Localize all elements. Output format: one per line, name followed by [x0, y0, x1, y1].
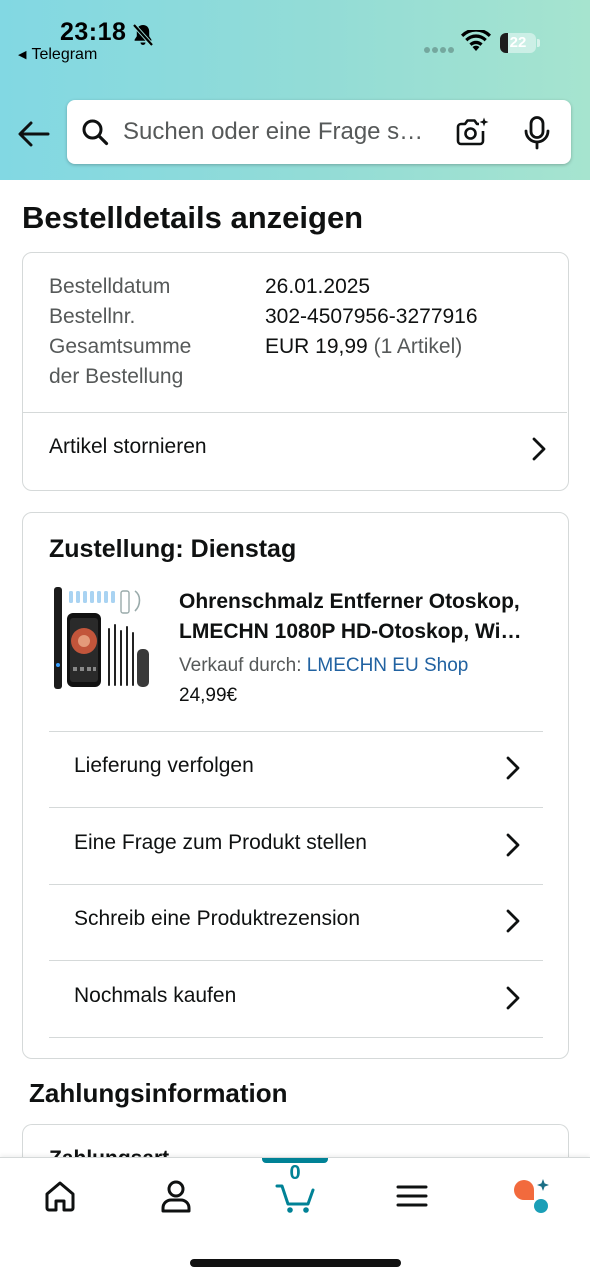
write-review-link[interactable]: Schreib eine Produktrezension [74, 907, 360, 931]
app-header: 23:18 ◀ Telegram 22 Suchen oder eine Fra… [0, 0, 590, 180]
divider [49, 1037, 543, 1038]
nav-account[interactable] [136, 1158, 216, 1238]
product-title-line2: LMECHN 1080P HD-Otoskop, Wi… [179, 620, 522, 643]
back-app-label: Telegram [31, 46, 98, 63]
back-arrow-icon[interactable] [16, 116, 52, 152]
home-indicator [190, 1259, 401, 1267]
microphone-icon[interactable] [523, 116, 551, 150]
battery-body: 22 [500, 33, 536, 53]
rufus-icon [514, 1179, 549, 1213]
order-total-amount: EUR 19,99 [265, 335, 368, 358]
seller-prefix: Verkauf durch: [179, 655, 307, 676]
order-summary-card: Bestelldatum 26.01.2025 Bestellnr. 302-4… [22, 252, 569, 491]
battery-indicator: 22 [500, 33, 540, 55]
buy-again-link[interactable]: Nochmals kaufen [74, 984, 236, 1008]
track-package-link[interactable]: Lieferung verfolgen [74, 754, 254, 778]
payment-section-title: Zahlungsinformation [29, 1078, 288, 1108]
delivery-status-title: Zustellung: Dienstag [49, 535, 297, 563]
active-tab-indicator [262, 1158, 328, 1163]
chevron-right-icon[interactable] [504, 985, 522, 1011]
page-title: Bestelldetails anzeigen [22, 200, 364, 235]
order-total-label-line2: der Bestellung [49, 365, 184, 388]
chevron-right-icon[interactable] [504, 832, 522, 858]
order-date-value: 26.01.2025 [265, 275, 371, 298]
divider [49, 884, 543, 885]
nav-cart[interactable]: 0 [255, 1158, 335, 1238]
divider [49, 807, 543, 808]
order-item-count: (1 Artikel) [373, 335, 463, 358]
battery-level: 22 [509, 34, 527, 51]
product-thumbnail[interactable] [49, 585, 159, 693]
nav-menu[interactable] [372, 1158, 452, 1238]
product-price: 24,99€ [179, 685, 238, 706]
chevron-right-icon[interactable] [504, 755, 522, 781]
order-total-value: EUR 19,99 (1 Artikel) [265, 335, 462, 359]
search-input[interactable]: Suchen oder eine Frage s… [123, 100, 443, 164]
divider [23, 412, 567, 413]
home-icon [45, 1181, 75, 1212]
seller-link[interactable]: LMECHN EU Shop [307, 655, 469, 676]
chevron-right-icon[interactable] [504, 908, 522, 934]
delivery-card: Zustellung: Dienstag Ohrenschmalz Entfer… [22, 512, 569, 1059]
chevron-right-icon[interactable] [530, 436, 548, 462]
order-number-value: 302-4507956-3277916 [265, 305, 478, 328]
divider [49, 731, 543, 732]
nav-home[interactable] [20, 1158, 100, 1238]
order-date-label: Bestelldatum [49, 275, 171, 298]
wifi-icon [461, 30, 491, 51]
bell-off-icon [132, 23, 154, 47]
divider [49, 960, 543, 961]
back-to-app-link[interactable]: ◀ Telegram [18, 46, 97, 64]
cellular-signal-icon [424, 47, 454, 53]
battery-cap [537, 39, 540, 47]
cart-icon [275, 1184, 315, 1213]
camera-search-icon[interactable] [455, 116, 489, 148]
status-time: 23:18 [60, 18, 127, 46]
back-triangle-icon: ◀ [18, 49, 27, 61]
product-title-line1: Ohrenschmalz Entferner Otoskop, [179, 590, 520, 613]
search-icon [82, 119, 109, 146]
order-number-label: Bestellnr. [49, 305, 136, 328]
cancel-items-link[interactable]: Artikel stornieren [49, 435, 207, 459]
menu-icon [396, 1185, 428, 1207]
order-total-label: Gesamtsumme [49, 335, 192, 358]
account-icon [161, 1180, 191, 1213]
product-title-link[interactable]: Ohrenschmalz Entferner Otoskop, LMECHN 1… [179, 587, 549, 647]
seller-info: Verkauf durch: LMECHN EU Shop [179, 655, 468, 677]
ask-product-question-link[interactable]: Eine Frage zum Produkt stellen [74, 831, 367, 855]
nav-rufus-assistant[interactable] [490, 1158, 570, 1238]
search-bar[interactable]: Suchen oder eine Frage s… [67, 100, 571, 164]
